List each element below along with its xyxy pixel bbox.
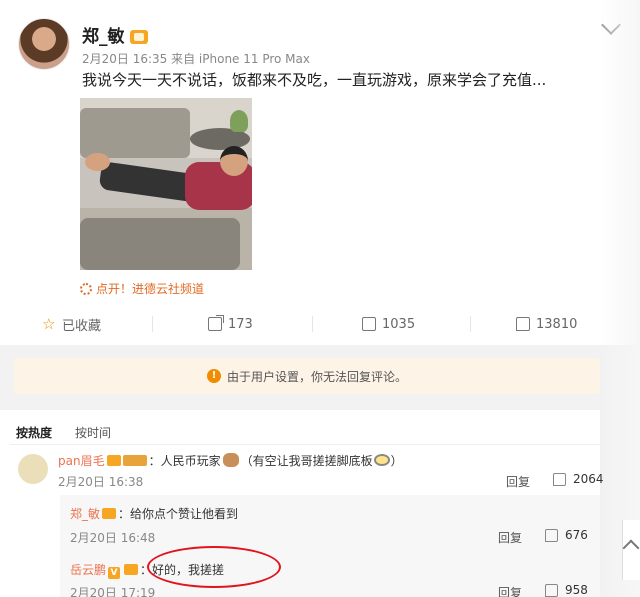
share-count: 173 (228, 316, 253, 332)
comment-count: 1035 (382, 316, 416, 332)
comment-text: ） (390, 454, 403, 468)
reply-time: 2月20日 17:19 (70, 586, 156, 597)
reply-author-name[interactable]: 郑_敏 (70, 507, 100, 521)
tab-sort-time[interactable]: 按时间 (75, 424, 111, 441)
reply-like-button[interactable]: 958 (545, 583, 588, 597)
reply-like-count: 958 (565, 583, 588, 597)
reply-disabled-notice: ! 由于用户设置，你无法回复评论。 (14, 358, 600, 394)
notice-text: 由于用户设置，你无法回复评论。 (226, 369, 407, 384)
star-icon: ☆ (42, 315, 56, 333)
divider (152, 316, 153, 332)
commenter-avatar[interactable] (18, 454, 48, 484)
reply-like-count: 676 (565, 528, 588, 542)
reply-like-button[interactable]: 676 (545, 528, 588, 542)
favorite-button[interactable]: ☆ 已收藏 (42, 310, 101, 338)
channel-icon (80, 283, 92, 295)
tab-sort-hot[interactable]: 按热度 (16, 424, 52, 441)
comment-icon (362, 317, 376, 331)
nerd-emoji-icon (373, 454, 390, 466)
divider (470, 316, 471, 332)
reply-author-name[interactable]: 岳云鹏 (70, 563, 106, 577)
comment-like-count: 2064 (573, 472, 604, 486)
vip-badge-icon (129, 30, 148, 44)
comment-time: 2月20日 16:38 (58, 475, 144, 489)
thumbs-up-icon (516, 317, 530, 331)
vip-badge-icon (124, 564, 139, 575)
thumbs-up-icon (545, 583, 558, 597)
vip-badge-icon (106, 455, 121, 466)
divider (312, 316, 313, 332)
scroll-to-top-button[interactable] (622, 520, 640, 580)
thumbs-up-icon (545, 528, 558, 542)
reply-body: 郑_敏 ：给你点个赞让他看到 (70, 505, 238, 522)
reply-button[interactable]: 回复 (498, 529, 522, 546)
thumbs-up-icon (553, 472, 566, 486)
like-count: 13810 (536, 316, 578, 332)
author-avatar[interactable] (18, 18, 70, 70)
reply-button[interactable]: 回复 (498, 584, 522, 597)
channel-link-label[interactable]: 点开！进德云社频道 (96, 282, 204, 296)
comment-body: pan眉毛 ：人民币玩家 （有空让我哥搓搓脚底板 ） (58, 452, 403, 469)
vip-badge-icon (102, 508, 117, 519)
warning-icon: ! (206, 369, 221, 383)
reply-button[interactable]: 回复 (506, 473, 530, 490)
author-name-text[interactable]: 郑_敏 (82, 27, 125, 47)
comment-text: （有空让我哥搓搓脚底板 (240, 454, 373, 468)
like-button[interactable]: 13810 (516, 310, 577, 338)
commenter-name[interactable]: pan眉毛 (58, 454, 105, 468)
comment-like-button[interactable]: 2064 (553, 472, 604, 486)
post-actions-bar: ☆ 已收藏 173 1035 13810 (0, 310, 640, 338)
dog-emoji-icon (222, 453, 239, 467)
post-meta: 2月20日 16:35 来自 iPhone 11 Pro Max (82, 52, 310, 66)
comment-button[interactable]: 1035 (362, 310, 415, 338)
page-edge-shadow (600, 0, 640, 597)
highlight-circle (147, 546, 281, 588)
fan-badge-icon (122, 455, 147, 466)
reply-time: 2月20日 16:48 (70, 531, 156, 545)
verified-v-icon: V (108, 567, 121, 579)
share-icon (208, 315, 224, 331)
channel-link[interactable]: 点开！进德云社频道 (80, 280, 204, 297)
favorite-label: 已收藏 (62, 318, 102, 334)
divider (10, 444, 600, 445)
share-button[interactable]: 173 (208, 310, 253, 338)
comment-text: ：人民币玩家 (148, 454, 221, 468)
post-text[interactable]: 我说今天一天不说话，饭都来不及吃，一直玩游戏，原来学会了充值... (82, 70, 622, 90)
author-name[interactable]: 郑_敏 (82, 22, 148, 47)
reply-text: ：给你点个赞让他看到 (118, 507, 239, 521)
post-image[interactable] (80, 98, 252, 270)
